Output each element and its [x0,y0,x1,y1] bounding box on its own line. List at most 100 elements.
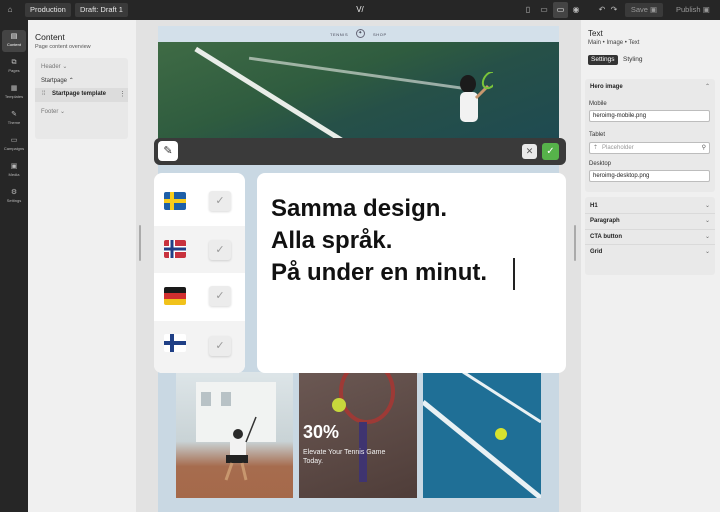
tree-label: Header [41,64,61,70]
chevron-down-icon[interactable]: ⌄ [705,248,710,255]
card-photo [196,382,276,481]
inspector-title: Text [588,29,603,38]
drag-handle-icon[interactable]: ⁞⁞ [42,91,45,97]
chevron-down-icon[interactable]: ⌄ [705,217,710,224]
tab-styling[interactable]: Styling [620,55,646,65]
divider [585,229,715,230]
chevron-up-icon: ⌃ [68,78,74,84]
court-photo [423,372,541,498]
promo-card-player[interactable] [176,372,293,498]
checkbox-check-icon[interactable]: ✓ [209,336,231,356]
chevron-down-icon[interactable]: ⌄ [705,202,710,209]
nav-templates[interactable]: ▦ Templates [2,82,26,104]
promo-percent: 30% [303,422,340,442]
nav-link-shop[interactable]: SHOP [373,32,387,37]
chevron-up-icon[interactable]: ⌃ [705,83,710,90]
desktop-view-icon[interactable]: ▭ [553,2,568,18]
checkbox-check-icon[interactable]: ✓ [209,286,231,306]
site-logo-icon: ✦ [356,29,365,38]
checkbox-check-icon[interactable]: ✓ [209,240,231,260]
search-icon[interactable]: ⚲ [702,143,706,153]
language-list: ✓ ✓ ✓ ✓ [154,173,245,373]
resize-handle-right[interactable] [574,225,576,261]
nav-media[interactable]: ▣ Media [2,160,26,182]
preview-nav: TENNIS ✦ SHOP [158,26,559,42]
nav-settings[interactable]: ⚙ Settings [2,186,26,208]
resize-handle-left[interactable] [139,225,141,261]
nav-label: Content [6,42,21,47]
section-paragraph[interactable]: Paragraph [590,218,620,224]
headline-line-3: På under en minut. [271,259,488,286]
logo: V/ [356,5,364,14]
confirm-check-icon[interactable]: ✓ [542,143,559,160]
panel-title: Content [35,32,65,42]
home-icon[interactable]: ⌂ [3,0,17,20]
tree-label: Footer [41,109,59,115]
promo-text: Elevate Your Tennis Game Today. [303,449,386,465]
desktop-image-field[interactable]: heroimg-desktop.png [589,170,710,182]
campaigns-icon: ▭ [10,137,18,144]
tree-item-footer[interactable]: Footer ⌄ [41,108,65,115]
save-button[interactable]: Save ▣ [625,3,663,17]
theme-icon: ✎ [11,111,17,118]
headline-line-2: Alla språk. [271,227,393,254]
language-row-sweden[interactable]: ✓ [154,178,245,225]
tree-label: Startpage template [52,91,107,97]
norway-flag [164,240,186,258]
promo-card-sale[interactable]: 30% Elevate Your Tennis Game Today. [299,372,417,498]
player-illustration [460,72,493,122]
language-row-finland[interactable]: ✓ [154,321,245,373]
redo-icon[interactable]: ↷ [609,0,619,20]
nav-label: Pages [8,68,20,73]
mobile-image-field[interactable]: heroimg-mobile.png [589,110,710,122]
headline-editor[interactable]: Samma design. Alla språk. På under en mi… [257,173,566,373]
tablet-view-icon[interactable]: ▭ [538,0,550,20]
nav-label: Templates [4,94,24,99]
chevron-down-icon[interactable]: ⌄ [705,233,710,240]
nav-label: Campaigns [3,146,25,151]
left-nav: ▤ Content ⧉ Pages ▦ Templates ✎ Theme ▭ Campa… [0,20,28,512]
mobile-view-icon[interactable]: ▯ [522,0,534,20]
sweden-flag [164,192,186,210]
nav-label: Settings [6,198,22,203]
tree-item-header[interactable]: Header ⌄ [41,63,67,70]
content-tree: Header ⌄ Startpage ⌃ ⁞⁞ Startpage templa… [35,58,128,139]
draft-button[interactable]: Draft: Draft 1 [75,3,128,17]
environment-button[interactable]: Production [25,3,71,17]
checkbox-check-icon[interactable]: ✓ [209,191,231,211]
language-row-germany[interactable]: ✓ [154,273,245,320]
section-grid[interactable]: Grid [590,249,602,255]
templates-icon: ▦ [10,85,18,92]
hero-image[interactable] [158,42,559,142]
content-icon: ▤ [10,33,18,40]
tree-item-startpage-template[interactable]: ⁞⁞ Startpage template ⋮ [35,88,128,102]
more-icon[interactable]: ⋮ [119,90,126,98]
germany-flag [164,287,186,305]
nav-content[interactable]: ▤ Content [2,30,26,52]
nav-theme[interactable]: ✎ Theme [2,108,26,130]
desktop-label: Desktop [589,161,612,167]
chevron-down-icon: ⌄ [60,109,66,115]
finland-flag [164,334,186,352]
pen-icon[interactable]: ✎ [158,141,178,161]
section-cta-button[interactable]: CTA button [590,234,622,240]
preview-eye-icon[interactable]: ◉ [570,0,582,20]
tree-label: Startpage [41,78,68,84]
section-title[interactable]: Hero image [590,84,623,90]
tablet-image-field[interactable]: ⇡ Placeholder ⚲ [589,142,710,154]
cancel-icon[interactable]: ✕ [522,144,537,159]
tree-item-startpage[interactable]: Startpage ⌃ [41,77,74,84]
nav-pages[interactable]: ⧉ Pages [2,56,26,78]
media-icon: ▣ [10,163,18,170]
nav-campaigns[interactable]: ▭ Campaigns [2,134,26,156]
section-h1[interactable]: H1 [590,203,598,209]
undo-icon[interactable]: ↶ [597,0,607,20]
publish-button[interactable]: Publish ▣ [671,3,715,17]
nav-link-tennis[interactable]: TENNIS [330,32,348,37]
promo-card-court[interactable] [423,372,541,498]
text-caret [513,258,515,290]
tab-settings[interactable]: Settings [588,55,618,65]
language-row-norway[interactable]: ✓ [154,226,245,273]
court-line [248,56,468,91]
panel-subtitle: Page content overview [35,44,91,50]
